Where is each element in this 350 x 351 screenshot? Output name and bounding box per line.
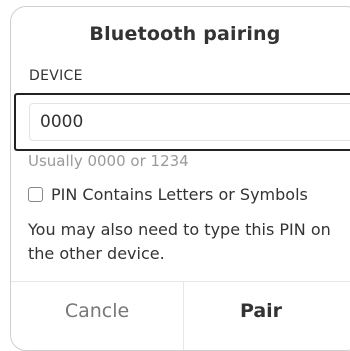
pin-hint: Usually 0000 or 1234 <box>28 152 189 170</box>
pin-letters-checkbox[interactable] <box>28 186 43 202</box>
device-label: DEVICE <box>29 68 83 84</box>
pairing-info-text: You may also need to type this PIN on th… <box>28 220 331 263</box>
pin-letters-checkbox-row[interactable]: PIN Contains Letters or Symbols <box>28 183 308 205</box>
pin-input-focus-frame <box>14 93 350 151</box>
dialog-title: Bluetooth pairing <box>89 23 281 45</box>
pin-letters-checkbox-label[interactable]: PIN Contains Letters or Symbols <box>51 185 308 204</box>
pair-button[interactable]: Pair <box>184 282 338 340</box>
bluetooth-pairing-dialog: Bluetooth pairing DEVICE Usually 0000 or… <box>10 6 350 351</box>
dialog-footer: Cancle Pair <box>11 281 350 350</box>
pin-input[interactable] <box>29 103 350 141</box>
cancel-button[interactable]: Cancle <box>11 282 183 340</box>
